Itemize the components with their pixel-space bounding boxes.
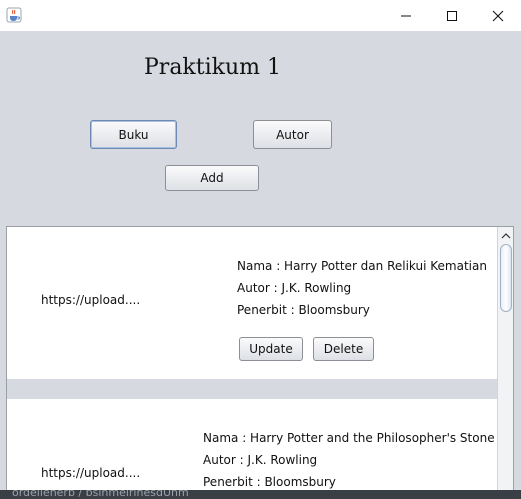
book-penerbit: Penerbit : Bloomsbury: [203, 475, 336, 489]
book-image-url: https://upload....: [41, 293, 141, 307]
java-cup-icon: [6, 7, 22, 23]
delete-button[interactable]: Delete: [313, 337, 374, 361]
book-list-scrollpane[interactable]: https://upload.... Nama : Harry Potter d…: [6, 226, 514, 499]
book-card: https://upload.... Nama : Harry Potter d…: [7, 227, 497, 379]
taskbar-strip: ordellenerb / bsinmelrinesdUnm: [0, 490, 521, 499]
minimize-button[interactable]: [383, 0, 429, 31]
book-list: https://upload.... Nama : Harry Potter d…: [7, 227, 497, 499]
buku-button[interactable]: Buku: [90, 120, 177, 149]
close-icon: [492, 10, 504, 21]
book-autor: Autor : J.K. Rowling: [203, 453, 318, 467]
window-titlebar: [0, 0, 521, 31]
maximize-button[interactable]: [429, 0, 475, 31]
book-image-url: https://upload....: [41, 466, 141, 480]
update-button[interactable]: Update: [239, 337, 303, 361]
vertical-scrollbar[interactable]: [497, 227, 513, 499]
close-button[interactable]: [475, 0, 521, 31]
scrollbar-thumb[interactable]: [500, 244, 512, 312]
add-button[interactable]: Add: [165, 165, 259, 191]
page-title: Praktikum 1: [144, 55, 281, 80]
book-nama: Nama : Harry Potter and the Philosopher'…: [203, 431, 495, 445]
book-penerbit: Penerbit : Bloomsbury: [237, 303, 370, 317]
list-separator: [7, 379, 497, 399]
taskbar-text: ordellenerb / bsinmelrinesdUnm: [12, 490, 189, 499]
scroll-up-arrow-icon[interactable]: [501, 231, 511, 241]
book-autor: Autor : J.K. Rowling: [237, 281, 352, 295]
autor-button[interactable]: Autor: [253, 120, 332, 149]
book-nama: Nama : Harry Potter dan Relikui Kematian: [237, 259, 487, 273]
book-card: https://upload.... Nama : Harry Potter a…: [7, 399, 497, 499]
maximize-icon: [447, 10, 457, 21]
minimize-icon: [401, 15, 411, 16]
